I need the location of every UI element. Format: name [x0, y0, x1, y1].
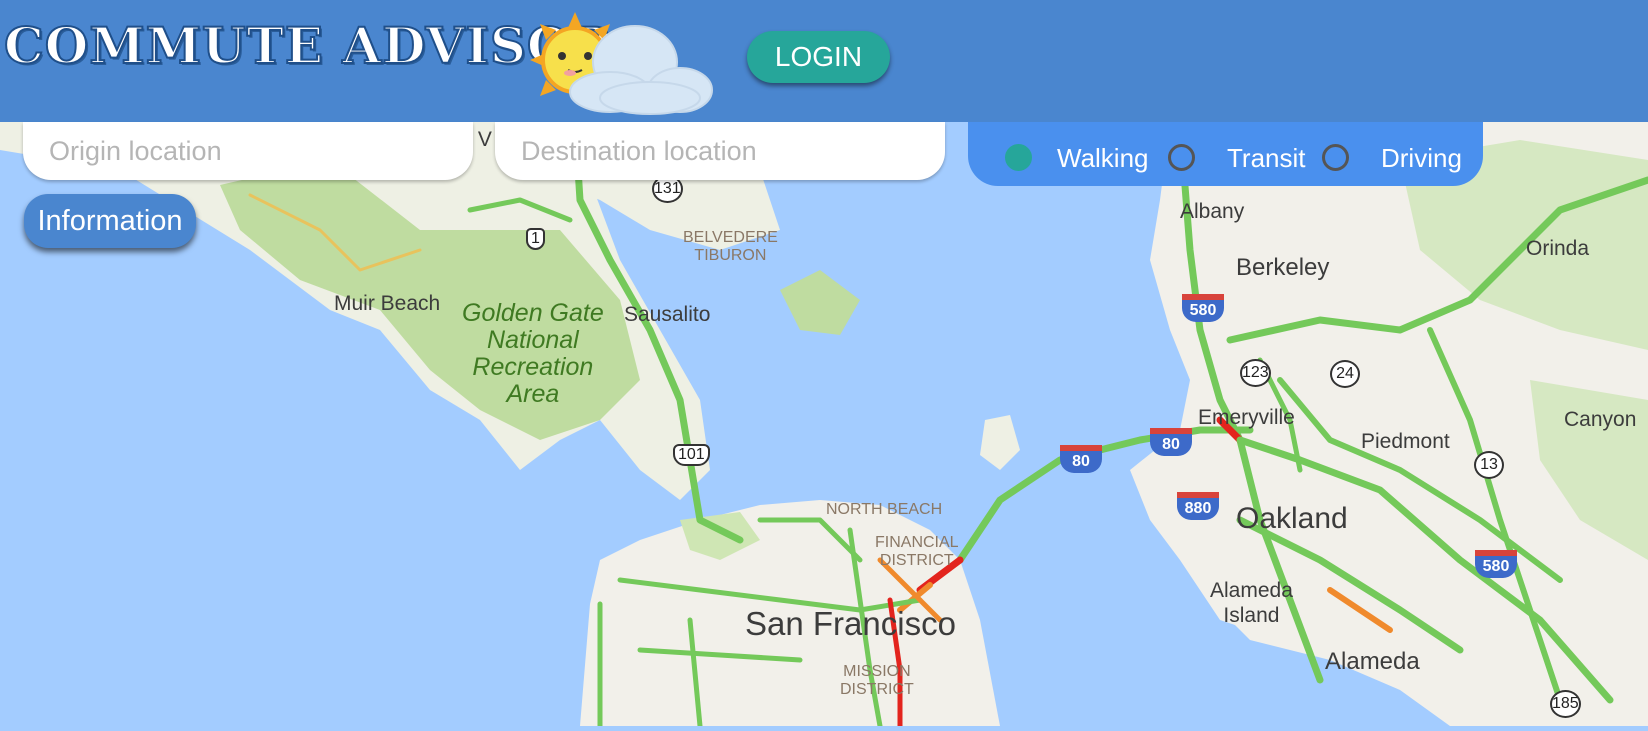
map-label-emeryville: Emeryville: [1198, 406, 1295, 429]
interstate-80-shield-east: 80: [1150, 428, 1192, 456]
walking-radio[interactable]: [1005, 144, 1032, 171]
map-label-berkeley: Berkeley: [1236, 254, 1330, 281]
route-123-shield: 123: [1240, 359, 1271, 387]
walking-label[interactable]: Walking: [1057, 143, 1149, 174]
map-label-san-francisco: San Francisco: [745, 605, 956, 642]
destination-input[interactable]: [495, 122, 945, 180]
park-line-1: Golden Gate: [462, 299, 604, 327]
route-101-shield: 101: [673, 444, 710, 466]
park-line-2: National: [487, 326, 579, 354]
mission-line-2: DISTRICT: [840, 681, 914, 698]
interstate-580-shield-east: 580: [1475, 550, 1517, 578]
app-header: COMMUTE ADVISOR LOGIN: [0, 0, 1648, 122]
map-label-alameda: Alameda: [1325, 648, 1420, 675]
map-label-belvedere: BELVEDERE TIBURON: [683, 229, 778, 265]
map-label-mission-district: MISSION DISTRICT: [840, 663, 914, 699]
transit-label[interactable]: Transit: [1227, 143, 1306, 174]
map-label-piedmont: Piedmont: [1361, 430, 1450, 453]
travel-mode-selector: Walking Transit Driving: [968, 122, 1483, 186]
mission-line-1: MISSION: [843, 663, 911, 680]
map-label-canyon: Canyon: [1564, 408, 1637, 431]
route-185-shield: 185: [1550, 690, 1581, 718]
interstate-880-shield: 880: [1177, 492, 1219, 520]
map-label-financial-district: FINANCIAL DISTRICT: [875, 534, 959, 570]
route-24-shield: 24: [1330, 360, 1360, 388]
alameda-island-line-2: Island: [1223, 604, 1280, 627]
map-label-orinda: Orinda: [1526, 237, 1590, 260]
information-button[interactable]: Information: [24, 194, 196, 248]
map-label-golden-gate: Golden Gate National Recreation Area: [462, 300, 604, 408]
map-label-albany: Albany: [1180, 200, 1245, 223]
map-label-north-beach: NORTH BEACH: [826, 501, 943, 518]
belvedere-line-2: TIBURON: [694, 247, 767, 264]
park-line-4: Area: [506, 380, 560, 408]
app-title: COMMUTE ADVISOR: [3, 15, 615, 76]
interstate-80-shield-west: 80: [1060, 445, 1102, 473]
origin-input[interactable]: [23, 122, 473, 180]
map-label-alameda-island: Alameda Island: [1210, 578, 1293, 628]
belvedere-line-1: BELVEDERE: [683, 229, 778, 246]
sun-cloud-icon: [530, 12, 713, 115]
map-label-sausalito: Sausalito: [624, 303, 711, 326]
alameda-island-line-1: Alameda: [1210, 579, 1293, 602]
route-13-shield: 13: [1474, 451, 1504, 479]
route-1-shield: 1: [526, 228, 545, 250]
interstate-580-shield: 580: [1182, 294, 1224, 322]
transit-radio[interactable]: [1168, 144, 1195, 171]
driving-radio[interactable]: [1322, 144, 1349, 171]
login-button[interactable]: LOGIN: [747, 31, 890, 83]
driving-label[interactable]: Driving: [1381, 143, 1462, 174]
map-label-oakland: Oakland: [1236, 502, 1348, 535]
park-line-3: Recreation: [472, 353, 594, 381]
financial-line-1: FINANCIAL: [875, 534, 959, 551]
financial-line-2: DISTRICT: [879, 552, 954, 569]
map-label-muir-beach: Muir Beach: [334, 292, 441, 315]
